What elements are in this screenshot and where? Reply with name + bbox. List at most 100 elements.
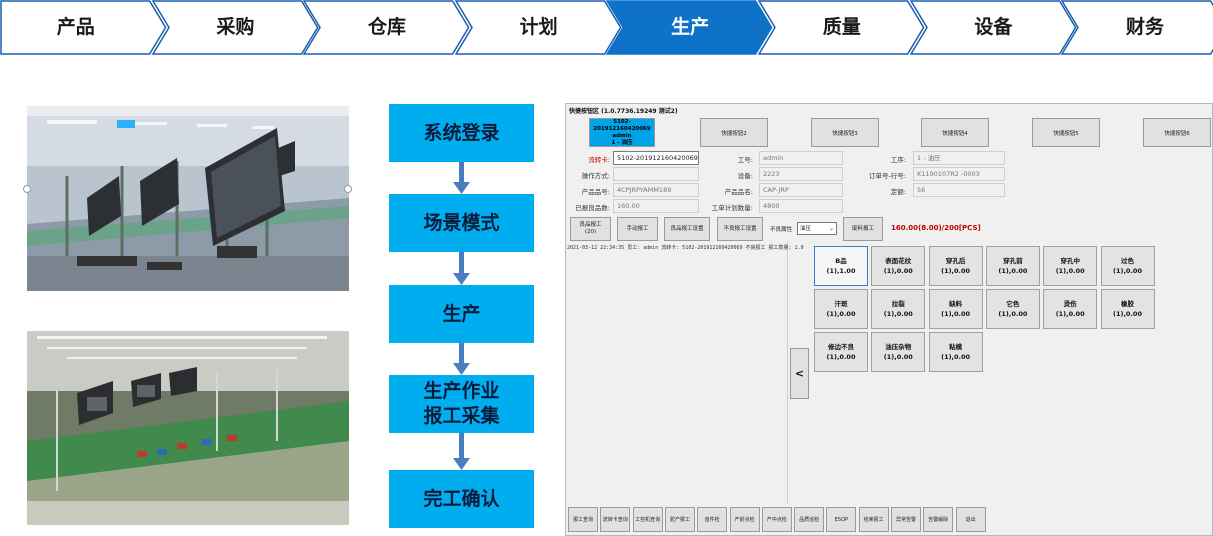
defect-count: (1),0.00 <box>1113 267 1142 275</box>
process-step-label: 产品 <box>56 17 95 38</box>
defect-name: 修边不良 <box>828 343 854 351</box>
flow-card-label: 流转卡: <box>588 156 610 164</box>
flow-arrow-icon <box>453 162 471 194</box>
bottom-button-7[interactable]: 产中点检 <box>761 507 792 532</box>
process-step-1[interactable]: 产品 <box>0 0 168 55</box>
bottom-button-8[interactable]: 品质巡检 <box>794 507 825 532</box>
good-report-settings-button[interactable]: 良品报工设置 <box>664 217 710 241</box>
quick-button-2[interactable]: 快捷按钮2 <box>700 118 768 147</box>
bottom-button-5[interactable]: 首件检 <box>697 507 728 532</box>
defect-button[interactable]: 穿孔后 (1),0.00 <box>928 246 983 286</box>
bottom-button-11[interactable]: 异常告警 <box>891 507 921 532</box>
defect-count: (1),0.00 <box>826 353 856 361</box>
defect-name: 穿孔中 <box>1060 257 1080 265</box>
process-step-label: 设备 <box>974 17 1013 38</box>
flow-step-1: 系统登录 <box>389 104 534 162</box>
defect-name: 橡胶 <box>1121 300 1134 308</box>
scrap-report-button[interactable]: 废料报工 <box>843 217 883 241</box>
defect-count: (1),0.00 <box>826 310 856 318</box>
back-button[interactable]: < <box>790 348 809 399</box>
defect-attr-label: 不良属性 <box>770 227 793 233</box>
bottom-button-13[interactable]: 退出 <box>955 507 986 532</box>
quick-button-1[interactable]: 5102-201912160420069 admin 1 - 油压 <box>589 118 655 147</box>
good-report-button[interactable]: 良品报工 (20) <box>570 217 611 241</box>
defect-count: (1),0.00 <box>1055 310 1085 318</box>
defect-count: (1),0.00 <box>941 267 971 275</box>
op-mode-field <box>613 167 699 181</box>
quick-button-line1: 5102-201912160420069 <box>593 118 651 132</box>
process-step-5[interactable]: 生产 <box>606 0 774 55</box>
product-name-label: 产品品名: <box>724 188 753 196</box>
process-step-6[interactable]: 质量 <box>758 0 926 55</box>
quick-button-5[interactable]: 快捷按钮5 <box>1032 118 1100 147</box>
process-step-7[interactable]: 设备 <box>909 0 1078 55</box>
flow-step-3: 生产 <box>389 285 534 343</box>
defect-button[interactable]: 穿孔前 (1),0.00 <box>985 246 1040 286</box>
defect-count: (1),0.00 <box>998 310 1028 318</box>
defect-button[interactable]: 穿孔中 (1),0.00 <box>1043 246 1098 286</box>
defect-count: (1),0.00 <box>883 267 913 275</box>
defect-button[interactable]: 油压杂物 (1),0.00 <box>871 332 926 372</box>
good-report-count: (20) <box>584 229 597 235</box>
reported-good-label: 已报良品数: <box>575 204 610 212</box>
flow-step-label: 完工确认 <box>423 488 500 510</box>
quick-button-6[interactable]: 快捷按钮6 <box>1143 118 1211 147</box>
page: 产品 采购 仓库 计划 生产 质量 设备 财务 系统登录 场景模式 生产 生产作… <box>0 0 1213 536</box>
order-field: K1190107R2 -0003 <box>913 167 1005 181</box>
bottom-button-6[interactable]: 产前点检 <box>729 507 760 532</box>
flow-step-label: 生产作业 报工采集 <box>423 381 500 427</box>
quick-button-4[interactable]: 快捷按钮4 <box>921 118 989 147</box>
defect-button[interactable]: B品 (1),1.00 <box>814 246 868 286</box>
defect-button[interactable]: 拉裂 (1),0.00 <box>871 289 926 329</box>
defect-count: (1),0.00 <box>998 267 1028 275</box>
process-step-3[interactable]: 仓库 <box>303 0 471 55</box>
defect-button[interactable]: 汗斑 (1),0.00 <box>814 289 868 329</box>
defect-count: (1),0.00 <box>941 310 971 318</box>
quick-button-line3: 1 - 油压 <box>611 139 633 146</box>
bottom-button-4[interactable]: 驼产报工 <box>664 507 695 532</box>
defect-button[interactable]: 缺料 (1),0.00 <box>928 289 983 329</box>
process-step-label: 仓库 <box>367 17 406 38</box>
defect-button[interactable]: 过色 (1),0.00 <box>1100 246 1155 286</box>
process-step-8[interactable]: 财务 <box>1061 0 1213 55</box>
process-label: 工序: <box>890 156 906 164</box>
report-log-line: 2021-03-12 22:34:35 员工: admin 流转卡: 5102-… <box>567 245 804 251</box>
plan-qty-label: 工单计划数量: <box>711 204 753 212</box>
defect-button[interactable]: 它色 (1),0.00 <box>985 289 1040 329</box>
good-report-label: 良品报工 <box>579 222 602 228</box>
quota-field: 56 <box>913 183 1005 197</box>
quick-button-3[interactable]: 快捷按钮3 <box>811 118 879 147</box>
bottom-button-10[interactable]: 结束报工 <box>858 507 889 532</box>
defect-button[interactable]: 表面花纹 (1),0.00 <box>871 246 926 286</box>
product-name-field: CAP-JRP <box>759 183 843 197</box>
defect-name: 过色 <box>1121 257 1134 265</box>
bottom-button-12[interactable]: 告警解除 <box>923 507 954 532</box>
manual-report-button[interactable]: 手动报工 <box>617 217 658 241</box>
defect-count: (1),0.00 <box>1113 310 1142 318</box>
defect-button[interactable]: 烫伤 (1),0.00 <box>1043 289 1098 329</box>
defect-name: 油压杂物 <box>885 343 912 351</box>
defect-button[interactable]: 粘模 (1),0.00 <box>928 332 983 372</box>
flow-card-input[interactable]: 5102-201912160420069 <box>613 151 699 165</box>
defect-name: 粘模 <box>949 343 963 351</box>
bottom-button-9[interactable]: ESOP <box>826 507 857 532</box>
process-step-4[interactable]: 计划 <box>454 0 623 55</box>
defect-report-settings-button[interactable]: 不良报工设置 <box>717 217 763 241</box>
process-step-2[interactable]: 采购 <box>151 0 320 55</box>
defect-button[interactable]: 橡胶 (1),0.00 <box>1100 289 1155 329</box>
process-step-label: 生产 <box>671 17 710 38</box>
bottom-button-2[interactable]: 流转卡查询 <box>600 507 631 532</box>
equipment-field: 2223 <box>759 167 843 181</box>
flow-step-label: 场景模式 <box>423 212 500 234</box>
bottom-button-1[interactable]: 报工查询 <box>568 507 598 532</box>
flow-arrow-icon <box>453 252 471 285</box>
quota-label: 定额: <box>890 188 906 196</box>
defect-button[interactable]: 修边不良 (1),0.00 <box>814 332 868 372</box>
order-label: 订单号-行号: <box>868 172 906 180</box>
defect-count: (1),0.00 <box>883 310 913 318</box>
workshop-photo-top <box>27 106 349 291</box>
defect-name: 烫伤 <box>1063 300 1077 308</box>
defect-attr-select[interactable]: 油压 ⌄ <box>797 222 837 235</box>
reported-good-field: 160.00 <box>613 199 699 213</box>
bottom-button-3[interactable]: 工控机查询 <box>632 507 663 532</box>
